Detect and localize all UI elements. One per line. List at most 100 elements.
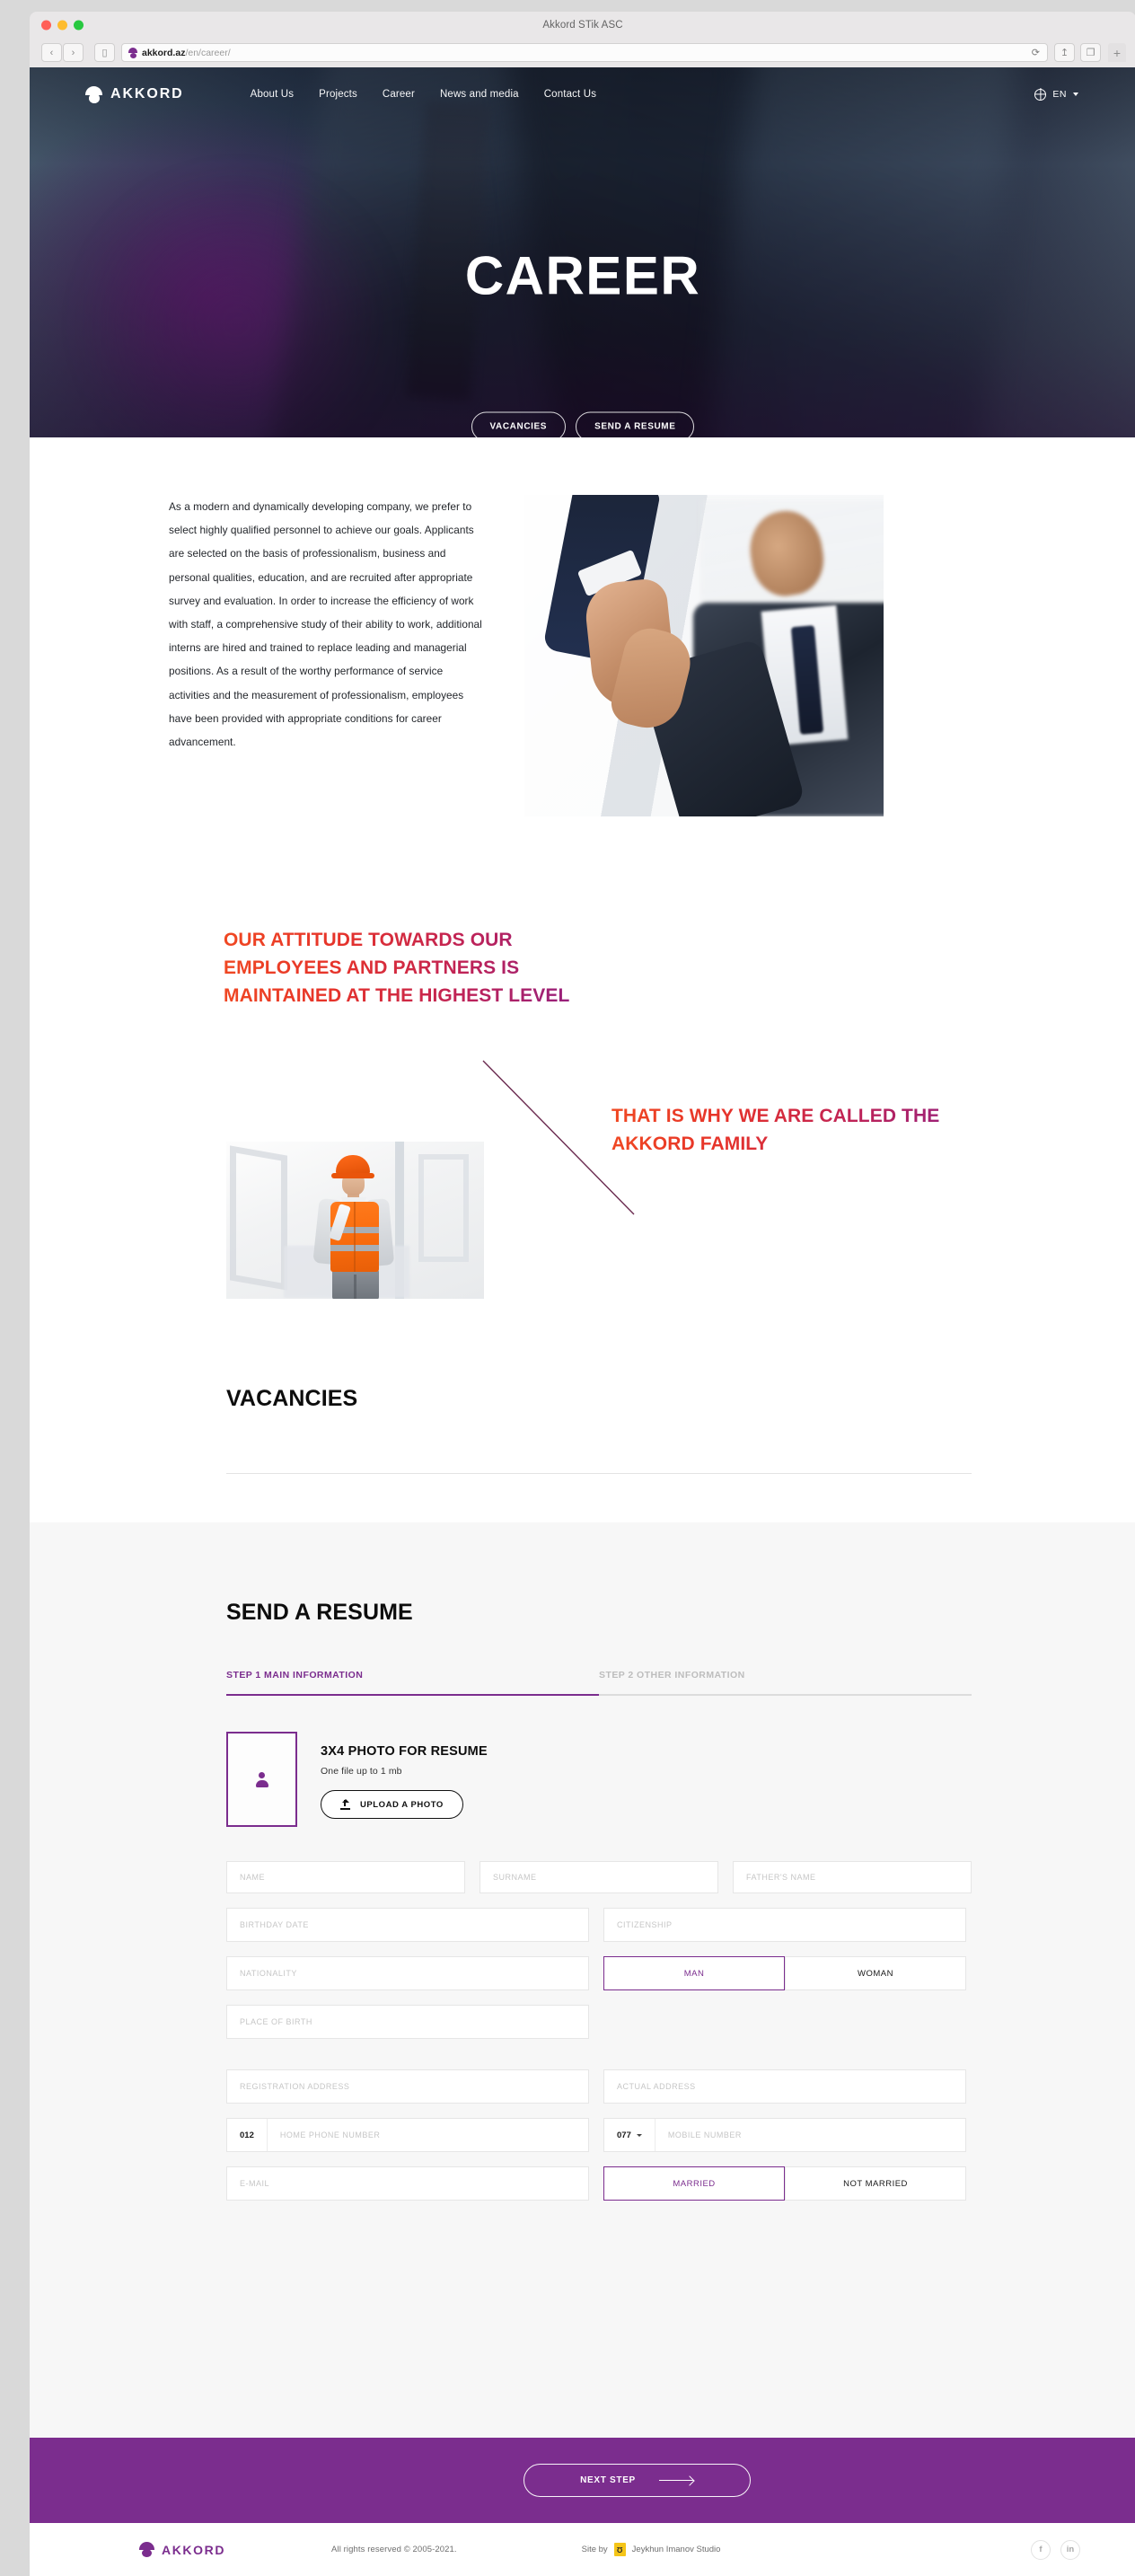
nationality-input[interactable]: NATIONALITY xyxy=(226,1956,589,1990)
marital-status-selector: MARRIED NOT MARRIED xyxy=(603,2166,966,2201)
site-by: Site by Ʊ Jeykhun Imanov Studio xyxy=(581,2543,721,2556)
hero-buttons: VACANCIES SEND A RESUME xyxy=(30,411,1135,437)
fathers-name-input[interactable]: FATHER'S NAME xyxy=(733,1861,972,1893)
marital-married-button[interactable]: MARRIED xyxy=(603,2166,785,2201)
upload-icon xyxy=(340,1798,350,1810)
next-step-bar: NEXT STEP xyxy=(30,2438,1135,2523)
form-row-phones: 012 HOME PHONE NUMBER 077 MOBILE NUMBER xyxy=(226,2118,972,2152)
name-input[interactable]: NAME xyxy=(226,1861,465,1893)
form-row-birth-citizenship: BIRTHDAY DATE CITIZENSHIP xyxy=(226,1908,972,1942)
minimize-window-button[interactable] xyxy=(57,20,67,30)
back-button[interactable]: ‹ xyxy=(41,43,62,62)
upload-button-label: UPLOAD A PHOTO xyxy=(360,1799,444,1810)
send-a-resume-button[interactable]: SEND A RESUME xyxy=(576,411,695,437)
navigation-buttons: ‹ › xyxy=(41,43,84,62)
birthday-date-input[interactable]: BIRTHDAY DATE xyxy=(226,1908,589,1942)
nav-item-career[interactable]: Career xyxy=(383,89,415,100)
gender-man-button[interactable]: MAN xyxy=(603,1956,785,1990)
chevron-down-icon xyxy=(636,2133,642,2137)
surname-input[interactable]: SURNAME xyxy=(480,1861,718,1893)
vacancies-divider xyxy=(226,1473,972,1474)
akkord-logo-icon xyxy=(139,2542,154,2557)
vacancies-button[interactable]: VACANCIES xyxy=(471,411,567,437)
linkedin-icon[interactable]: in xyxy=(1060,2539,1080,2560)
attitude-statement: OUR ATTITUDE TOWARDS OUR EMPLOYEES AND P… xyxy=(224,926,601,1010)
gender-woman-button[interactable]: WOMAN xyxy=(785,1956,966,1990)
site-by-prefix: Site by xyxy=(581,2545,608,2554)
sidebar-toggle-button[interactable]: ▯ xyxy=(94,43,115,62)
photo-upload-row: 3X4 PHOTO FOR RESUME One file up to 1 mb… xyxy=(226,1732,1080,1827)
nav-item-projects[interactable]: Projects xyxy=(319,89,357,100)
tab-step-1[interactable]: STEP 1 MAIN INFORMATION xyxy=(226,1670,599,1696)
resume-inner: SEND A RESUME STEP 1 MAIN INFORMATION ST… xyxy=(30,1522,1135,2201)
intro-paragraph: As a modern and dynamically developing c… xyxy=(169,500,482,748)
photo-preview-box[interactable] xyxy=(226,1732,297,1827)
tab-overview-button[interactable]: ❐ xyxy=(1080,43,1101,62)
new-tab-button[interactable]: + xyxy=(1108,43,1126,62)
footer-logo[interactable]: AKKORD xyxy=(139,2542,225,2557)
page-title: CAREER xyxy=(464,245,701,306)
actual-address-input[interactable]: ACTUAL ADDRESS xyxy=(603,2069,966,2104)
share-button[interactable]: ↥ xyxy=(1054,43,1075,62)
page-viewport: AKKORD About Us Projects Career News and… xyxy=(30,67,1135,2576)
footer-logo-text: AKKORD xyxy=(162,2542,226,2557)
person-icon xyxy=(254,1771,269,1787)
mobile-phone-group: 077 MOBILE NUMBER xyxy=(603,2118,966,2152)
page-footer: AKKORD All rights reserved © 2005-2021. … xyxy=(30,2523,1135,2576)
globe-icon xyxy=(1034,88,1047,101)
favicon-icon xyxy=(128,48,137,58)
worker-bg-frame xyxy=(418,1154,469,1262)
home-phone-prefix[interactable]: 012 xyxy=(227,2119,268,2151)
resume-title: SEND A RESUME xyxy=(226,1600,413,1625)
window-title: Akkord STik ASC xyxy=(542,19,623,31)
chevron-down-icon xyxy=(1073,93,1078,96)
vacancies-section: VACANCIES xyxy=(226,1386,972,1474)
mobile-phone-prefix-select[interactable]: 077 xyxy=(604,2119,655,2151)
browser-window: Akkord STik ASC ‹ › ▯ akkord.az/en/caree… xyxy=(30,12,1135,67)
url-text: akkord.az/en/career/ xyxy=(142,47,231,58)
worker-helmet xyxy=(331,1155,374,1178)
worker-pants xyxy=(332,1269,379,1299)
site-logo[interactable]: AKKORD xyxy=(85,85,184,103)
arrow-right-icon xyxy=(658,2479,693,2482)
home-phone-prefix-value: 012 xyxy=(240,2130,254,2140)
marital-not-married-button[interactable]: NOT MARRIED xyxy=(785,2166,966,2201)
browser-titlebar: Akkord STik ASC xyxy=(30,12,1135,38)
tab-step-2[interactable]: STEP 2 OTHER INFORMATION xyxy=(599,1670,972,1696)
form-row-addresses: REGISTRATION ADDRESS ACTUAL ADDRESS xyxy=(226,2069,972,2104)
site-by-name[interactable]: Jeykhun Imanov Studio xyxy=(632,2545,721,2554)
language-selector[interactable]: EN xyxy=(1034,88,1078,101)
maximize-window-button[interactable] xyxy=(74,20,84,30)
home-phone-input[interactable]: HOME PHONE NUMBER xyxy=(268,2130,588,2139)
registration-address-input[interactable]: REGISTRATION ADDRESS xyxy=(226,2069,589,2104)
next-step-button[interactable]: NEXT STEP xyxy=(523,2464,751,2497)
worker-bg-structure xyxy=(230,1145,287,1291)
intro-section: As a modern and dynamically developing c… xyxy=(30,437,1135,816)
nav-item-news-and-media[interactable]: News and media xyxy=(440,89,519,100)
nav-item-contact-us[interactable]: Contact Us xyxy=(544,89,596,100)
citizenship-input[interactable]: CITIZENSHIP xyxy=(603,1908,966,1942)
mobile-number-input[interactable]: MOBILE NUMBER xyxy=(655,2130,965,2139)
studio-logo-icon: Ʊ xyxy=(613,2543,626,2556)
upload-a-photo-button[interactable]: UPLOAD A PHOTO xyxy=(321,1790,463,1819)
forward-button[interactable]: › xyxy=(63,43,84,62)
facebook-icon[interactable]: f xyxy=(1031,2539,1051,2560)
construction-worker-photo xyxy=(226,1142,484,1299)
nav-item-about-us[interactable]: About Us xyxy=(251,89,295,100)
hero-section: AKKORD About Us Projects Career News and… xyxy=(30,67,1135,437)
handshake-photo xyxy=(524,495,884,816)
close-window-button[interactable] xyxy=(41,20,51,30)
family-statement: THAT IS WHY WE ARE CALLED THE AKKORD FAM… xyxy=(611,1102,989,1158)
home-phone-group: 012 HOME PHONE NUMBER xyxy=(226,2118,589,2152)
photo-title: 3X4 PHOTO FOR RESUME xyxy=(321,1744,488,1759)
address-bar[interactable]: akkord.az/en/career/ ⟳ xyxy=(121,43,1048,62)
toolbar-right-buttons: ↥ ❐ + xyxy=(1054,43,1126,62)
form-row-names: NAME SURNAME FATHER'S NAME xyxy=(226,1861,972,1893)
browser-toolbar: ‹ › ▯ akkord.az/en/career/ ⟳ ↥ ❐ + xyxy=(30,38,1135,67)
email-input[interactable]: E-MAIL xyxy=(226,2166,589,2201)
place-of-birth-input[interactable]: PLACE OF BIRTH xyxy=(226,2005,589,2039)
resume-section: SEND A RESUME STEP 1 MAIN INFORMATION ST… xyxy=(30,1522,1135,2576)
window-controls[interactable] xyxy=(41,20,84,30)
reload-icon[interactable]: ⟳ xyxy=(1032,47,1040,58)
nav-links: About Us Projects Career News and media … xyxy=(251,89,596,100)
